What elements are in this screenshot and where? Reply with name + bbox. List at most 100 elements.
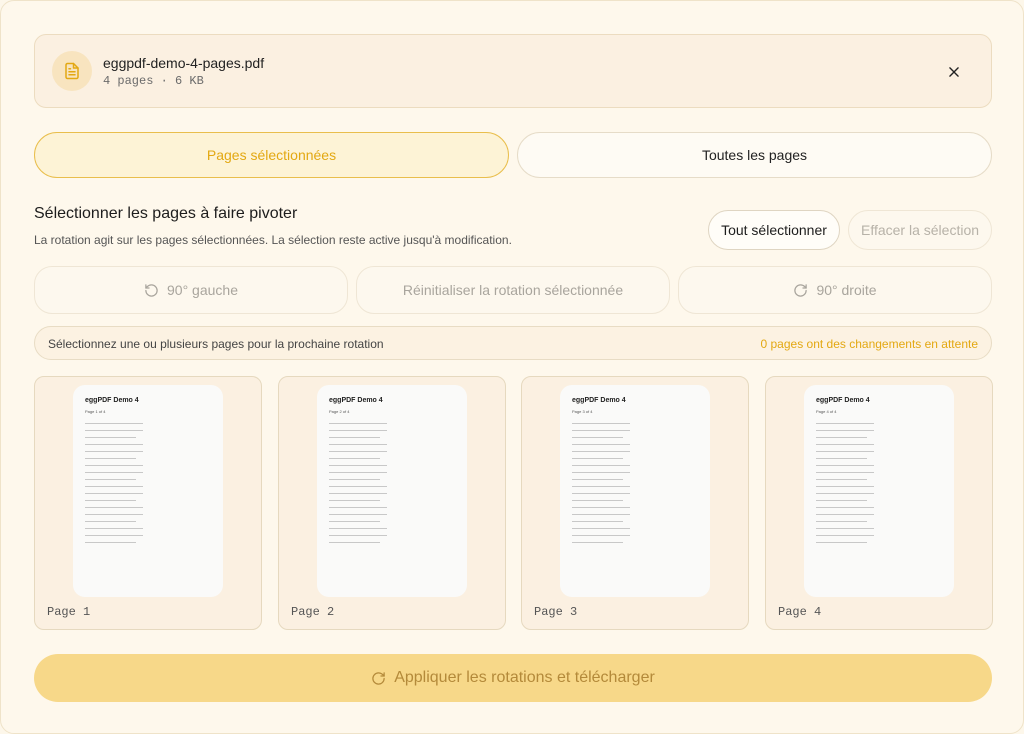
thumbnail-text-line — [816, 500, 868, 501]
thumbnail-text-line — [329, 514, 387, 515]
page-label: Page 3 — [534, 605, 578, 619]
select-all-button[interactable]: Tout sélectionner — [708, 210, 840, 250]
rotate-cw-icon — [372, 671, 385, 685]
thumbnail-text-line — [329, 535, 387, 536]
thumbnail-text-line — [85, 514, 143, 515]
thumbnail-text-line — [85, 500, 137, 501]
thumbnail-text-line — [816, 458, 868, 459]
thumbnail-text-line — [85, 465, 143, 466]
thumbnail-text-line — [85, 437, 137, 438]
tab-selected-pages[interactable]: Pages sélectionnées — [34, 132, 509, 178]
thumbnail-text-line — [572, 528, 630, 529]
thumbnail-text-line — [572, 458, 624, 459]
thumbnail-text-line — [816, 430, 874, 431]
thumbnail-text-line — [329, 451, 387, 452]
rotate-panel: eggpdf-demo-4-pages.pdf 4 pages · 6 KB P… — [0, 0, 1024, 734]
close-button[interactable] — [943, 61, 965, 83]
rotate-left-button[interactable]: 90° gauche — [34, 266, 348, 314]
thumbnail-text-line — [572, 430, 630, 431]
thumbnail-text-line — [329, 437, 381, 438]
thumbnail-text-line — [572, 472, 630, 473]
thumbnail-text-line — [85, 451, 143, 452]
thumbnail-text-line — [329, 542, 381, 543]
thumbnail-subtitle: Page 1 of 4 — [85, 409, 106, 414]
thumbnail-text-line — [329, 500, 381, 501]
page-card-1[interactable]: eggPDF Demo 4 Page 1 of 4 Page 1 — [34, 376, 262, 630]
thumbnail-text-line — [572, 535, 630, 536]
thumbnail-text-line — [816, 542, 868, 543]
thumbnail-title: eggPDF Demo 4 — [816, 397, 870, 404]
thumbnail-subtitle: Page 2 of 4 — [329, 409, 350, 414]
thumbnail-text-line — [572, 493, 630, 494]
thumbnail-text-line — [572, 444, 630, 445]
thumbnail-text-lines — [572, 423, 630, 549]
thumbnail-text-lines — [85, 423, 143, 549]
thumbnail-text-line — [816, 451, 874, 452]
page-card-3[interactable]: eggPDF Demo 4 Page 3 of 4 Page 3 — [521, 376, 749, 630]
thumbnail-text-line — [816, 514, 874, 515]
rotate-right-button[interactable]: 90° droite — [678, 266, 992, 314]
thumbnail-subtitle: Page 4 of 4 — [816, 409, 837, 414]
rotate-ccw-icon — [145, 283, 158, 297]
page-label: Page 1 — [47, 605, 91, 619]
thumbnail-title: eggPDF Demo 4 — [85, 397, 139, 404]
file-text-icon — [52, 51, 92, 91]
thumbnail-text-line — [329, 507, 387, 508]
apply-rotations-button[interactable]: Appliquer les rotations et télécharger — [34, 654, 992, 702]
thumbnail-text-line — [85, 493, 143, 494]
reset-rotation-button[interactable]: Réinitialiser la rotation sélectionnée — [356, 266, 670, 314]
tab-all-pages[interactable]: Toutes les pages — [517, 132, 992, 178]
thumbnail-text-line — [85, 542, 137, 543]
page-label: Page 2 — [291, 605, 335, 619]
thumbnail-title: eggPDF Demo 4 — [329, 397, 383, 404]
page-card-4[interactable]: eggPDF Demo 4 Page 4 of 4 Page 4 — [765, 376, 993, 630]
thumbnail-text-lines — [329, 423, 387, 549]
thumbnail-text-line — [816, 472, 874, 473]
thumbnail-text-line — [85, 528, 143, 529]
thumbnail-text-line — [329, 472, 387, 473]
thumbnail-text-line — [572, 542, 624, 543]
status-hint: Sélectionnez une ou plusieurs pages pour… — [48, 337, 384, 351]
thumbnail-text-line — [816, 423, 874, 424]
thumbnail-text-line — [572, 465, 630, 466]
thumbnail-text-line — [329, 465, 387, 466]
thumbnail-text-line — [329, 430, 387, 431]
thumbnail-text-line — [85, 535, 143, 536]
thumbnail-text-line — [329, 521, 381, 522]
thumbnail-text-line — [329, 423, 387, 424]
thumbnail-text-line — [572, 479, 624, 480]
thumbnail-text-line — [85, 479, 137, 480]
status-bar: Sélectionnez une ou plusieurs pages pour… — [34, 326, 992, 360]
thumbnail-text-line — [572, 423, 630, 424]
close-icon — [949, 67, 959, 77]
thumbnail-text-line — [572, 521, 624, 522]
clear-selection-button[interactable]: Effacer la sélection — [848, 210, 992, 250]
thumbnail-text-line — [85, 472, 143, 473]
thumbnail-text-line — [816, 465, 874, 466]
thumbnail-text-line — [85, 521, 137, 522]
thumbnail-text-line — [85, 444, 143, 445]
thumbnail-text-line — [329, 493, 387, 494]
rotate-left-label: 90° gauche — [167, 282, 238, 298]
thumbnail-text-line — [329, 444, 387, 445]
section-title: Sélectionner les pages à faire pivoter — [34, 205, 298, 222]
page-thumbnail: eggPDF Demo 4 Page 3 of 4 — [560, 385, 710, 597]
file-card: eggpdf-demo-4-pages.pdf 4 pages · 6 KB — [34, 34, 992, 108]
thumbnail-text-line — [85, 458, 137, 459]
thumbnail-text-line — [85, 423, 143, 424]
thumbnail-text-line — [329, 479, 381, 480]
thumbnail-text-line — [816, 486, 874, 487]
page-thumbnail: eggPDF Demo 4 Page 4 of 4 — [804, 385, 954, 597]
thumbnail-text-line — [572, 437, 624, 438]
thumbnail-text-line — [85, 486, 143, 487]
page-thumbnail: eggPDF Demo 4 Page 2 of 4 — [317, 385, 467, 597]
apply-label: Appliquer les rotations et télécharger — [394, 669, 655, 686]
page-thumbnail: eggPDF Demo 4 Page 1 of 4 — [73, 385, 223, 597]
thumbnail-text-line — [85, 507, 143, 508]
file-name: eggpdf-demo-4-pages.pdf — [103, 55, 265, 71]
page-card-2[interactable]: eggPDF Demo 4 Page 2 of 4 Page 2 — [278, 376, 506, 630]
pending-count: 0 pages ont des changements en attente — [760, 337, 979, 351]
thumbnail-text-line — [572, 500, 624, 501]
thumbnail-text-line — [329, 458, 381, 459]
thumbnail-subtitle: Page 3 of 4 — [572, 409, 593, 414]
